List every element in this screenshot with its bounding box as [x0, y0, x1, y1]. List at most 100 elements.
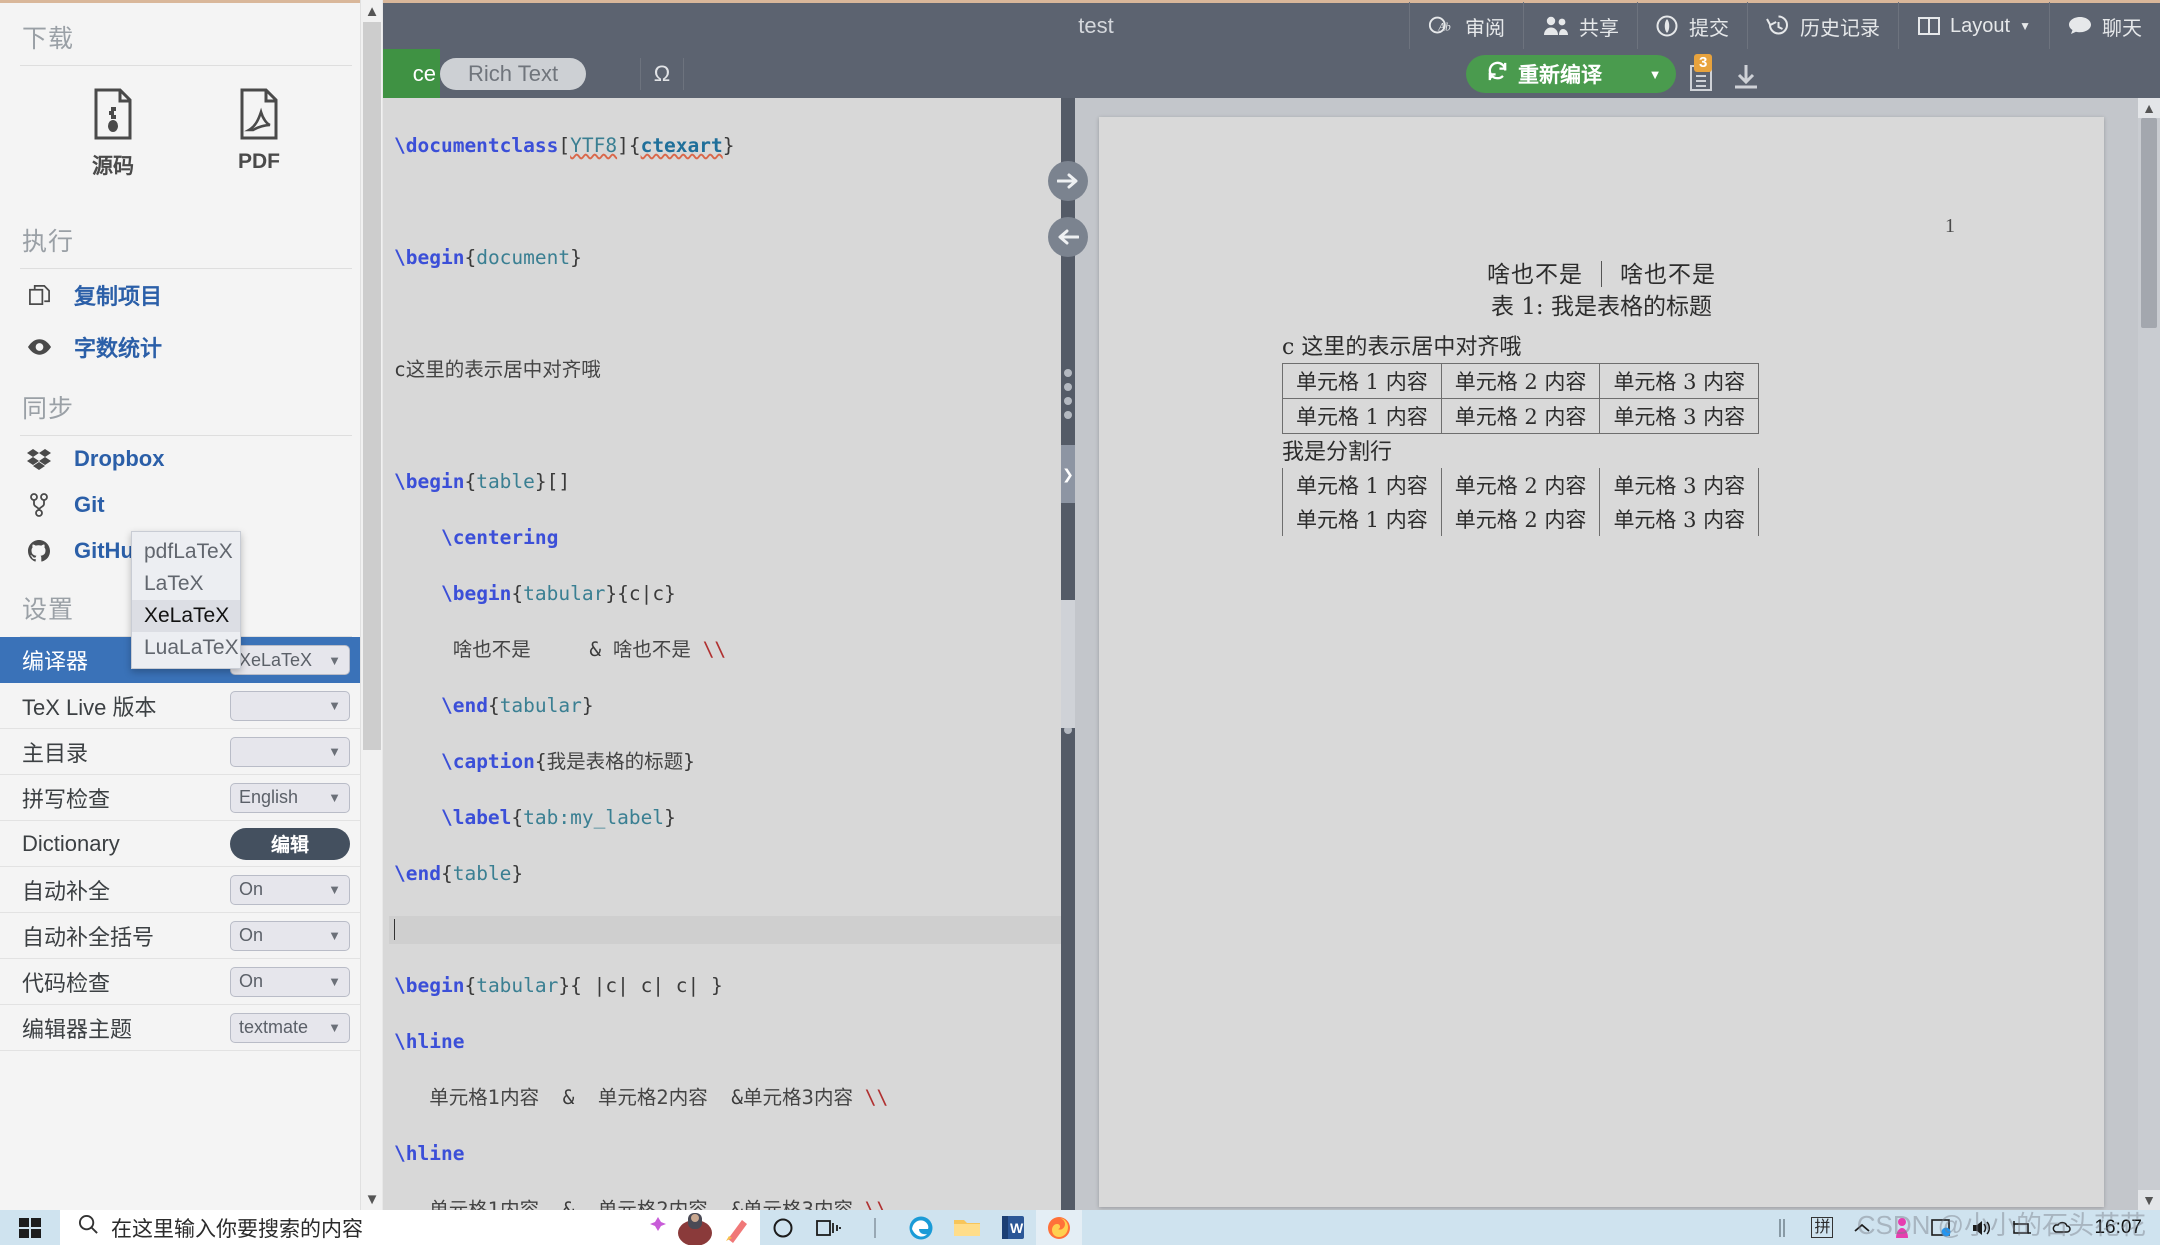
code-line-cursor[interactable]: [389, 916, 1061, 944]
dictionary-edit-button[interactable]: 编辑: [230, 827, 350, 860]
table-row: 单元格 1 内容 单元格 2 内容 单元格 3 内容: [1282, 398, 1760, 434]
chevron-down-icon: ▼: [328, 744, 341, 759]
pdf-preview-panel[interactable]: 1 啥也不是 啥也不是 表 1: 我是表格的标题 c 这里的表示居中对齐哦 单元格…: [1075, 98, 2160, 1210]
code-check-select[interactable]: On ▼: [230, 966, 350, 997]
header-button-review[interactable]: Ab 审阅: [1409, 1, 1523, 51]
dropbox-icon: [26, 446, 52, 472]
setting-row-autocomplete[interactable]: 自动补全 On ▼: [0, 867, 372, 913]
setting-row-spellcheck[interactable]: 拼写检查 English ▼: [0, 775, 372, 821]
setting-label-code-check: 代码检查: [22, 970, 111, 996]
download-pdf-button[interactable]: PDF: [238, 88, 280, 180]
tray-onedrive-icon[interactable]: [2042, 1210, 2082, 1245]
recompile-dropdown-button[interactable]: ▼: [1634, 55, 1676, 93]
sync-to-code-button[interactable]: [1048, 217, 1088, 257]
scroll-up-icon[interactable]: ▲: [2138, 98, 2160, 118]
maindoc-select[interactable]: ▼: [230, 736, 350, 767]
header-button-history[interactable]: 历史记录: [1747, 1, 1898, 51]
scroll-down-icon[interactable]: ▼: [2138, 1190, 2160, 1210]
setting-label-autocomplete: 自动补全: [22, 878, 111, 904]
taskbar-cortana-icon[interactable]: [760, 1210, 806, 1245]
sidebar-item-dropbox[interactable]: Dropbox: [0, 436, 372, 482]
setting-row-editor-theme[interactable]: 编辑器主题 textmate ▼: [0, 1005, 372, 1051]
table-cell: 单元格 2 内容: [1440, 502, 1601, 536]
code-line: c这里的表示居中对齐哦: [394, 358, 601, 381]
code-line: \hline: [394, 1030, 465, 1053]
autoclose-brackets-select[interactable]: On ▼: [230, 920, 350, 951]
svg-text:Ab: Ab: [1437, 22, 1451, 34]
code-editor[interactable]: \documentclass[YTF8]{ctexart} \begin{doc…: [383, 98, 1061, 1210]
compiler-option-pdflatex[interactable]: pdfLaTeX: [132, 536, 240, 568]
compiler-option-xelatex[interactable]: XeLaTeX: [132, 600, 240, 632]
setting-row-autoclose-brackets[interactable]: 自动补全括号 On ▼: [0, 913, 372, 959]
expand-panel-handle[interactable]: ❯: [1061, 445, 1075, 503]
editor-theme-select[interactable]: textmate ▼: [230, 1012, 350, 1043]
download-pdf-label: PDF: [238, 150, 280, 173]
taskbar-word-icon[interactable]: W: [990, 1210, 1036, 1245]
compiler-select[interactable]: XeLaTeX ▼: [230, 645, 350, 675]
recompile-label: 重新编译: [1518, 64, 1602, 87]
pdf-scrollbar[interactable]: ▲ ▼: [2138, 98, 2160, 1210]
sidebar-item-git[interactable]: Git: [0, 482, 372, 528]
actions-section-title: 执行: [22, 228, 75, 256]
header-button-submit[interactable]: 提交: [1637, 1, 1747, 51]
tab-rich-text[interactable]: Rich Text: [440, 58, 587, 90]
recompile-button[interactable]: 重新编译: [1466, 55, 1634, 93]
setting-row-texlive[interactable]: TeX Live 版本 ▼: [0, 683, 372, 729]
code-line: 啥也不是 & 啥也不是 \\: [452, 638, 727, 661]
sidebar-scrollbar[interactable]: ▲ ▼: [360, 0, 382, 1210]
scroll-up-icon[interactable]: ▲: [361, 0, 383, 22]
setting-row-code-check[interactable]: 代码检查 On ▼: [0, 959, 372, 1005]
taskbar-clock[interactable]: 16:07: [2082, 1217, 2154, 1239]
taskbar-firefox-icon[interactable]: [1036, 1210, 1082, 1245]
taskbar-edge-icon[interactable]: [898, 1210, 944, 1245]
grip-dot: [1064, 411, 1072, 419]
header-button-chat[interactable]: 聊天: [2049, 1, 2160, 51]
tab-source[interactable]: ce: [383, 49, 440, 98]
setting-row-dictionary[interactable]: Dictionary 编辑: [0, 821, 372, 867]
chevron-down-icon: ▼: [328, 1020, 341, 1035]
logs-badge: 3: [1694, 54, 1713, 72]
texlive-select[interactable]: ▼: [230, 690, 350, 721]
sidebar-item-word-count[interactable]: 字数统计: [0, 321, 372, 373]
taskbar-file-explorer-icon[interactable]: [944, 1210, 990, 1245]
setting-label-dictionary: Dictionary: [22, 830, 120, 856]
setting-row-maindoc[interactable]: 主目录 ▼: [0, 729, 372, 775]
divider-grip[interactable]: [1061, 363, 1075, 419]
pdf-scrollbar-thumb[interactable]: [2141, 118, 2157, 328]
pdf-inline-table: 啥也不是 啥也不是: [1099, 255, 2104, 289]
compiler-dropdown-menu[interactable]: pdfLaTeX LaTeX XeLaTeX LuaLaTeX: [131, 531, 241, 669]
pdf-table-caption: 表 1: 我是表格的标题: [1490, 294, 1712, 320]
spellcheck-select-value: English: [239, 787, 299, 807]
app-header: test Ab 审阅 共享 提交 历史记录 Layout ▼ 聊天: [383, 0, 2160, 51]
autocomplete-select[interactable]: On ▼: [230, 874, 350, 905]
grip-dot: [1064, 383, 1072, 391]
sidebar-scrollbar-thumb[interactable]: [363, 22, 381, 750]
download-source-button[interactable]: 源码: [92, 88, 134, 180]
ime-badge-label: 拼: [1811, 1217, 1834, 1238]
tray-network-icon[interactable]: [2002, 1210, 2042, 1245]
ime-indicator[interactable]: 拼: [1802, 1210, 1842, 1245]
sidebar-item-copy-project[interactable]: 复制项目: [0, 269, 372, 321]
taskbar-taskview-icon[interactable]: [806, 1210, 852, 1245]
compiler-option-lualatex[interactable]: LuaLaTeX: [132, 632, 240, 664]
symbol-palette-button[interactable]: Ω: [640, 58, 684, 90]
download-pdf-toolbar-button[interactable]: [1731, 62, 1761, 92]
header-button-share[interactable]: 共享: [1523, 1, 1637, 51]
header-button-layout[interactable]: Layout ▼: [1898, 1, 2049, 51]
code-line: \begin{table}[]: [394, 470, 571, 493]
tray-volume-icon[interactable]: [1962, 1210, 2002, 1245]
header-label-chat: 聊天: [2102, 17, 2142, 40]
spellcheck-select[interactable]: English ▼: [230, 782, 350, 813]
chevron-down-icon: ▼: [328, 652, 341, 668]
tray-expand-icon[interactable]: [1842, 1210, 1882, 1245]
tray-screenshot-icon[interactable]: [1922, 1210, 1962, 1245]
table-row: 单元格 1 内容 单元格 2 内容 单元格 3 内容: [1282, 502, 1760, 536]
start-button[interactable]: [0, 1210, 60, 1245]
header-actions: Ab 审阅 共享 提交 历史记录 Layout ▼ 聊天: [1409, 1, 2160, 51]
scroll-down-icon[interactable]: ▼: [361, 1188, 383, 1210]
sync-to-pdf-button[interactable]: [1048, 161, 1088, 201]
compiler-option-latex[interactable]: LaTeX: [132, 568, 240, 600]
pdf-paragraph-2: 我是分割行: [1282, 440, 1393, 465]
taskbar-search-input[interactable]: 在这里输入你要搜索的内容: [60, 1210, 760, 1245]
tray-app-icon[interactable]: [1882, 1210, 1922, 1245]
